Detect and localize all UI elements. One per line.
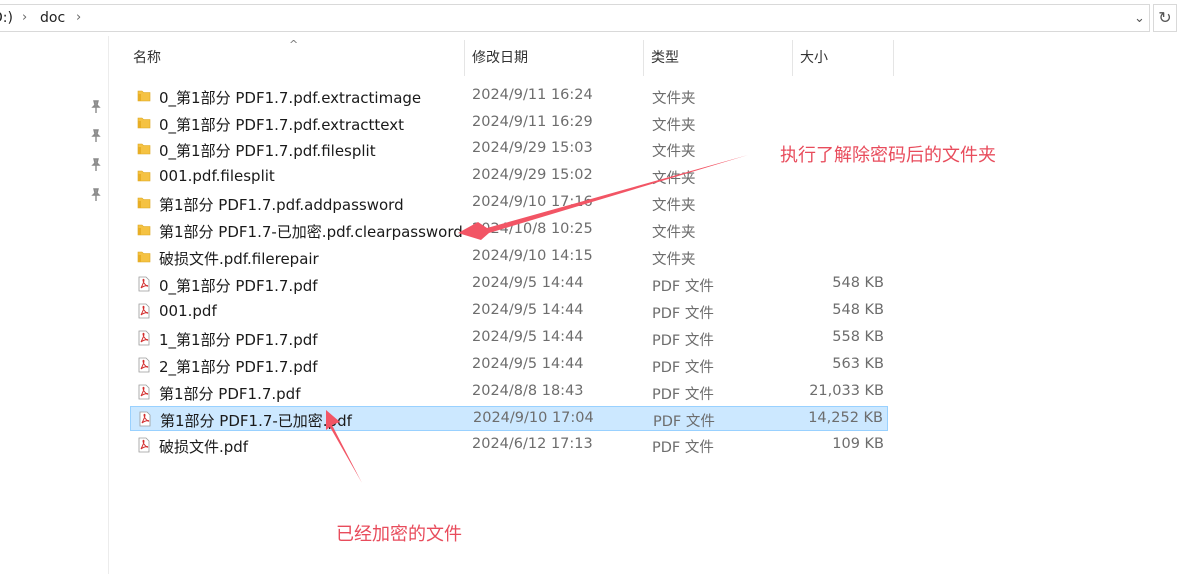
annotation-arrow-bottom	[326, 410, 362, 483]
annotation-arrows	[326, 155, 748, 483]
annotation-arrow-top	[458, 155, 748, 240]
annotation-top-label: 执行了解除密码后的文件夹	[780, 145, 996, 166]
annotation-bottom-label: 已经加密的文件	[336, 524, 462, 545]
